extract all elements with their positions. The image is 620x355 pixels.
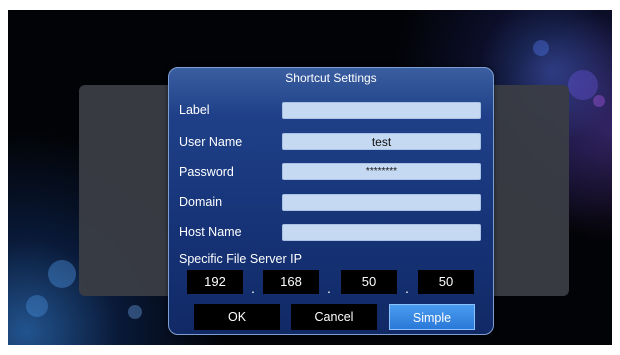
bokeh-light bbox=[568, 70, 598, 100]
host-name-input[interactable] bbox=[282, 224, 481, 241]
label-field-label: Label bbox=[179, 103, 210, 117]
user-name-field-label: User Name bbox=[179, 135, 243, 149]
label-input[interactable] bbox=[282, 102, 481, 119]
bokeh-light bbox=[26, 295, 48, 317]
ip-separator: . bbox=[251, 280, 255, 296]
server-ip-label: Specific File Server IP bbox=[179, 252, 302, 266]
domain-input[interactable] bbox=[282, 194, 481, 211]
ok-button[interactable]: OK bbox=[194, 304, 280, 330]
bokeh-light bbox=[593, 95, 605, 107]
password-input[interactable]: ******** bbox=[282, 163, 481, 180]
bokeh-light bbox=[48, 260, 76, 288]
ip-octet-4-input[interactable]: 50 bbox=[418, 270, 474, 294]
ip-octet-1-input[interactable]: 192 bbox=[187, 270, 243, 294]
user-name-input[interactable]: test bbox=[282, 133, 481, 150]
ip-separator: . bbox=[327, 280, 331, 296]
shortcut-settings-dialog: Shortcut Settings Label User Name test P… bbox=[168, 67, 494, 335]
ip-octet-2-input[interactable]: 168 bbox=[263, 270, 319, 294]
host-name-field-label: Host Name bbox=[179, 225, 242, 239]
password-field-label: Password bbox=[179, 165, 234, 179]
ip-octet-3-input[interactable]: 50 bbox=[341, 270, 397, 294]
simple-button[interactable]: Simple bbox=[389, 304, 475, 330]
bokeh-light bbox=[533, 40, 549, 56]
dialog-title: Shortcut Settings bbox=[285, 71, 377, 85]
bokeh-light bbox=[128, 305, 142, 319]
ip-separator: . bbox=[405, 280, 409, 296]
domain-field-label: Domain bbox=[179, 195, 223, 209]
cancel-button[interactable]: Cancel bbox=[291, 304, 377, 330]
